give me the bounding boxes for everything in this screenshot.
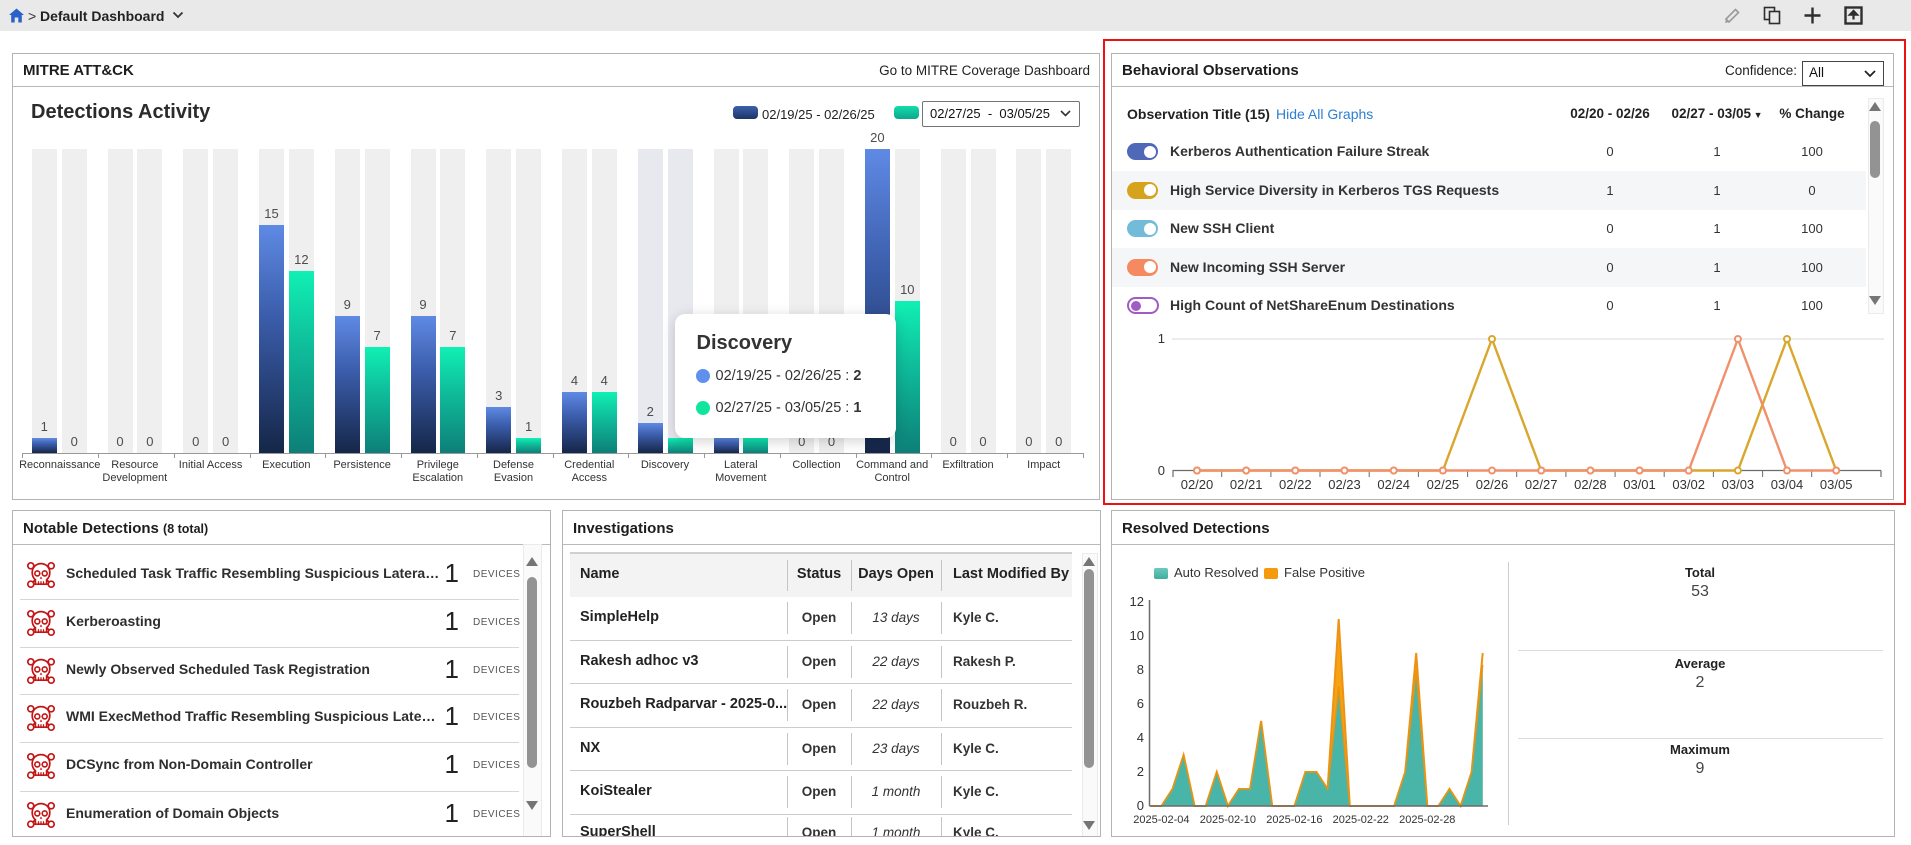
svg-text:0: 0 <box>1137 798 1144 813</box>
svg-text:10: 10 <box>1130 628 1144 643</box>
svg-text:2025-02-28: 2025-02-28 <box>1399 814 1455 826</box>
svg-text:4: 4 <box>1137 730 1144 745</box>
svg-text:8: 8 <box>1137 662 1144 677</box>
svg-text:2025-02-04: 2025-02-04 <box>1133 814 1189 826</box>
svg-text:12: 12 <box>1130 594 1144 609</box>
svg-text:2: 2 <box>1137 764 1144 779</box>
svg-text:2025-02-16: 2025-02-16 <box>1266 814 1322 826</box>
svg-text:6: 6 <box>1137 696 1144 711</box>
svg-text:2025-02-22: 2025-02-22 <box>1333 814 1389 826</box>
svg-text:2025-02-10: 2025-02-10 <box>1200 814 1256 826</box>
